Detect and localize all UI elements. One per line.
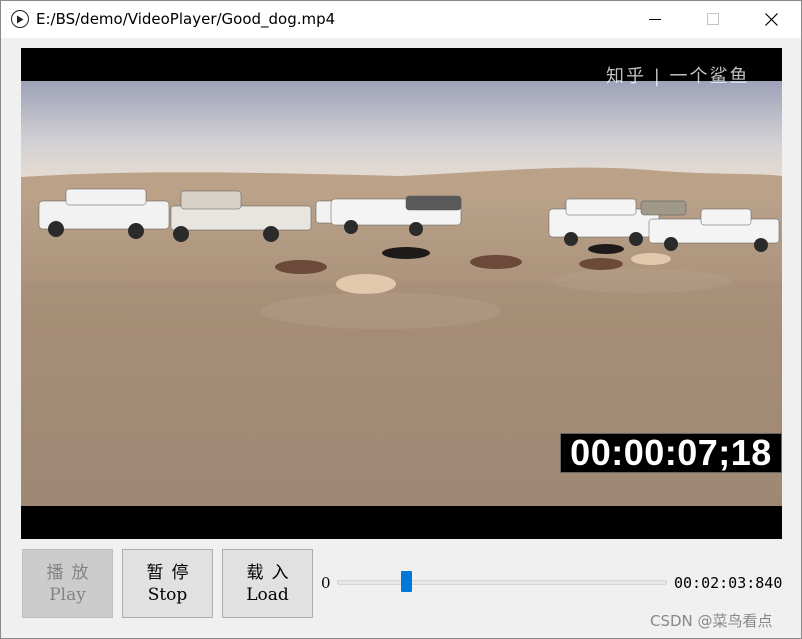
stop-button-label-cn: 暂停 xyxy=(146,562,197,583)
stop-button[interactable]: 暂停 Stop xyxy=(122,549,213,618)
load-button-label-cn: 载入 xyxy=(246,562,297,583)
video-widget[interactable]: 知乎 | 一个鲨鱼 00:00:07;18 xyxy=(21,48,782,539)
play-button-label-en: Play xyxy=(49,584,86,605)
video-watermark: 知乎 | 一个鲨鱼 xyxy=(606,66,750,87)
play-button-label-cn: 播放 xyxy=(46,562,97,583)
play-circle-icon xyxy=(11,10,29,28)
window-title: E:/BS/demo/VideoPlayer/Good_dog.mp4 xyxy=(36,10,336,28)
minimize-icon xyxy=(649,19,661,20)
close-button[interactable] xyxy=(742,0,800,38)
seek-slider-handle[interactable] xyxy=(400,571,412,592)
title-bar[interactable]: E:/BS/demo/VideoPlayer/Good_dog.mp4 xyxy=(0,0,802,38)
load-button[interactable]: 载入 Load xyxy=(222,549,313,618)
stop-button-label-en: Stop xyxy=(147,584,188,605)
csdn-watermark: CSDN @菜鸟看点 xyxy=(650,612,773,630)
duration-label: 00:02:03:840 xyxy=(674,574,783,592)
load-button-label-en: Load xyxy=(246,584,289,605)
seek-slider-track[interactable] xyxy=(337,580,667,585)
maximize-button[interactable] xyxy=(684,0,742,38)
video-timecode: 00:00:07;18 xyxy=(560,433,782,473)
play-button[interactable]: 播放 Play xyxy=(22,549,113,618)
close-icon xyxy=(764,12,778,26)
minimize-button[interactable] xyxy=(626,0,684,38)
position-label: 0 xyxy=(321,574,331,592)
maximize-icon xyxy=(707,13,719,25)
